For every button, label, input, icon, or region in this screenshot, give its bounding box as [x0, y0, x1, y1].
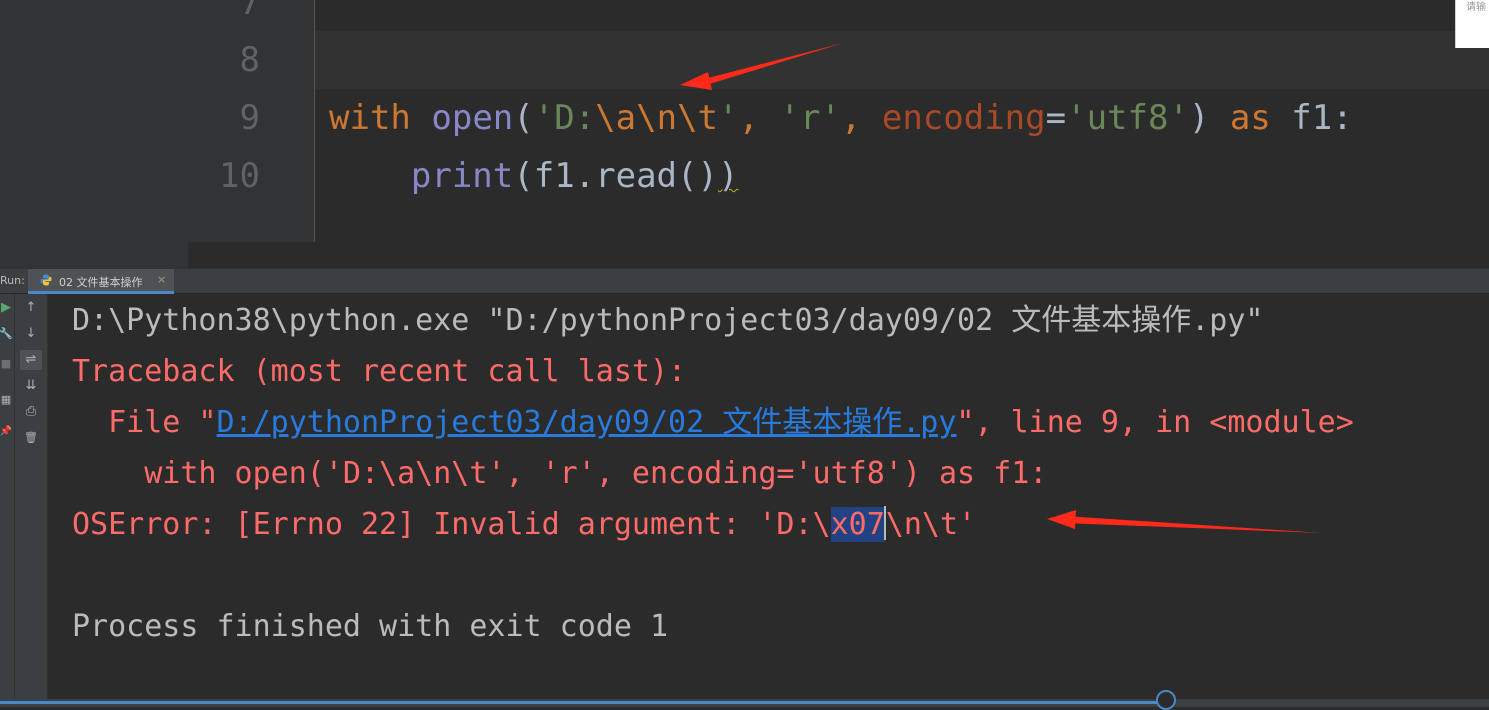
- arrow-console-head: [1047, 510, 1076, 529]
- arrow-console-shaft: [1064, 516, 1322, 533]
- arrow-editor-head: [680, 72, 712, 90]
- annotation-overlay: [680, 43, 1322, 533]
- arrow-editor-shaft: [700, 43, 843, 86]
